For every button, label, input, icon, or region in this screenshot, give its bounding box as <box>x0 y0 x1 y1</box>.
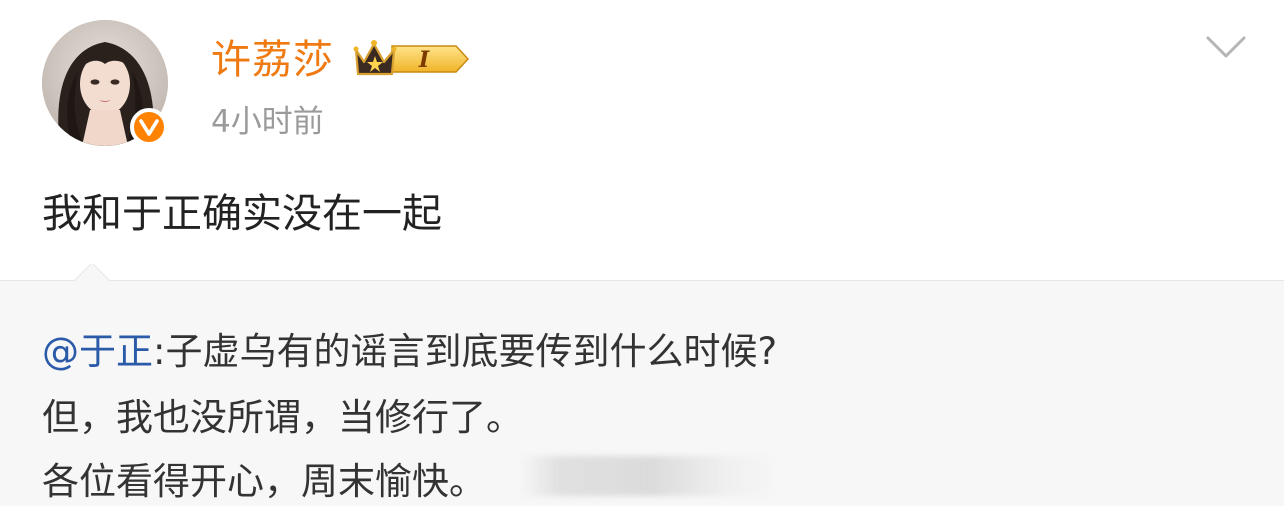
repost-line-1: @于正:子虚乌有的谣言到底要传到什么时候? <box>42 326 777 378</box>
vip-badge[interactable]: I <box>352 36 470 82</box>
mention-link[interactable]: @于正 <box>42 330 153 373</box>
watermark-smudge <box>520 456 780 496</box>
crown-vip-icon: I <box>353 40 470 76</box>
verified-icon <box>130 108 168 146</box>
avatar-container[interactable] <box>42 20 168 146</box>
post-body-text: 我和于正确实没在一起 <box>42 191 442 237</box>
vip-level-text: I <box>418 47 430 73</box>
repost-line-2: 但，我也没所谓，当修行了。 <box>42 396 523 439</box>
post-timestamp: 4小时前 <box>211 104 324 140</box>
more-menu-button[interactable] <box>1204 32 1248 62</box>
repost-line-3: 各位看得开心，周末愉快。 <box>42 460 486 503</box>
weibo-post: 许荔莎 I 4小时前 我和于正确实没在一起 @于正:子虚乌有的谣言到底要传到什么… <box>0 0 1284 506</box>
repost-pointer-icon <box>74 264 110 282</box>
repost-line-1-text: :子虚乌有的谣言到底要传到什么时候? <box>153 330 778 373</box>
verified-v-icon <box>139 119 159 136</box>
chevron-down-icon <box>1206 36 1246 58</box>
author-name[interactable]: 许荔莎 <box>211 32 334 88</box>
